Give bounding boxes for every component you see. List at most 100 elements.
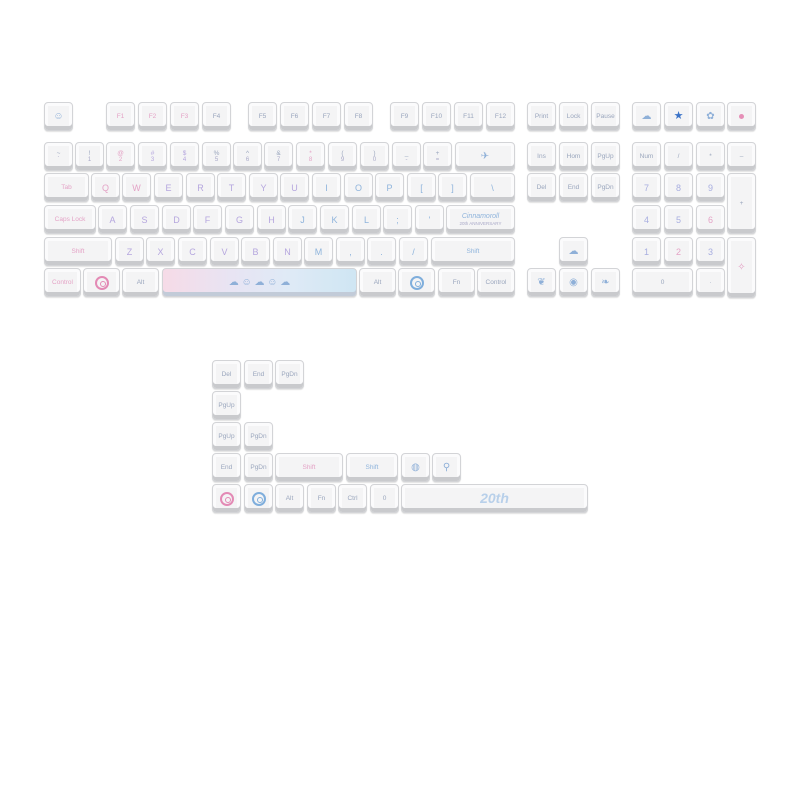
key-num-8: 8 (664, 173, 693, 202)
key-f7: F7 (312, 102, 341, 131)
key-7: & 7 (264, 142, 293, 171)
key-label: F6 (290, 113, 299, 120)
key-label: 0 (660, 279, 665, 286)
key-lcontrol: Control (44, 268, 81, 297)
key-m: M (304, 237, 333, 266)
key-label: 7 (276, 156, 281, 163)
key-0: ) 0 (360, 142, 389, 171)
key-label: F3 (180, 113, 189, 120)
key-p: P (375, 173, 404, 202)
key-y: Y (249, 173, 278, 202)
key-enter: Cinnamoroll 20th ANNIVERSARY (446, 205, 515, 234)
key-end: End (559, 173, 588, 202)
key-b: B (241, 237, 270, 266)
key-shift-label: * (309, 149, 312, 157)
key-label: 2 (118, 156, 123, 163)
airplane-icon: ✈ (480, 151, 490, 162)
extra-key-pgdn-3: PgDn (244, 453, 273, 482)
key-2: @2 (106, 142, 135, 171)
key-label: Ctrl (347, 495, 358, 502)
key-8: * 8 (296, 142, 325, 171)
key-v: V (210, 237, 239, 266)
key-num-dot: · (696, 268, 725, 297)
key-label: Control (52, 279, 73, 286)
key-comma: , (336, 237, 365, 266)
key-9: (9 (328, 142, 357, 171)
key-num-7: 7 (632, 173, 661, 202)
key-label: 6 (245, 156, 250, 163)
key-label: D (173, 214, 180, 225)
key-label: Control (485, 279, 507, 286)
key-label: 0 (382, 495, 387, 502)
key-label: Alt (285, 495, 294, 502)
key-label: I (325, 182, 328, 193)
key-lalt: Alt (122, 268, 159, 297)
character-art-icon: ☁ ☺ ☁ ☺ ☁ (228, 277, 291, 288)
key-label: U (291, 182, 298, 193)
key-rbracket: ] (438, 173, 467, 202)
key-backspace: ✈ (455, 142, 515, 171)
cloud-icon: ☁ (641, 111, 652, 122)
key-del: Del (527, 173, 556, 202)
extra-key-ctrl: Ctrl (338, 484, 367, 513)
key-label: End (220, 464, 233, 471)
key-label: Del (536, 184, 547, 191)
key-label: 1 (643, 246, 649, 257)
keycap-set: ☺ F1 F2 F3 F4 F5 F6 F7 F8 F9 F10 F11 F12… (0, 0, 800, 800)
key-q: Q (91, 173, 120, 202)
key-o: O (344, 173, 373, 202)
key-label: N (284, 246, 291, 257)
key-ins: Ins (527, 142, 556, 171)
key-label: Print (534, 113, 549, 120)
key-w: W (122, 173, 151, 202)
key-f6: F6 (280, 102, 309, 131)
key-label: ` (57, 156, 60, 163)
extra-key-alt: Alt (275, 484, 304, 513)
key-num-5: 5 (664, 205, 693, 234)
key-shift-label: ! (88, 149, 91, 157)
key-label: Shift (365, 464, 379, 471)
key-label: PgUp (218, 433, 235, 440)
key-print: Print (527, 102, 556, 131)
key-num-plus: + (727, 173, 756, 234)
key-shift-label: + (435, 149, 440, 157)
key-label: F2 (148, 113, 157, 120)
key-lock: Lock (559, 102, 588, 131)
key-label: X (157, 246, 164, 257)
key-label: Ins (537, 153, 546, 160)
key-capslock: Caps Lock (44, 205, 96, 234)
key-label: = (435, 156, 440, 163)
key-label: K (331, 214, 338, 225)
key-u: U (280, 173, 309, 202)
key-rcontrol: Control (477, 268, 515, 297)
key-label: Fn (317, 495, 326, 502)
key-r: R (186, 173, 215, 202)
key-s: S (130, 205, 159, 234)
key-rwin (398, 268, 435, 297)
key-label: R (197, 182, 204, 193)
key-label: L (363, 214, 369, 225)
extra-key-pgdn: PgDn (275, 360, 304, 389)
star-icon: ★ (673, 110, 684, 122)
key-label: [ (420, 182, 423, 193)
key-shift-label: & (276, 149, 281, 157)
key-slash: / (399, 237, 428, 266)
key-label: 5 (675, 214, 681, 225)
heart-icon (739, 114, 744, 119)
key-label: Tab (61, 184, 72, 191)
key-label: O (354, 182, 362, 193)
camera-icon: ◉ (569, 277, 578, 288)
key-label: / (677, 153, 680, 160)
key-label: Del (221, 371, 232, 378)
key-lbracket: [ (407, 173, 436, 202)
logo-label: Cinnamoroll (461, 212, 500, 220)
key-label: PgUp (597, 153, 614, 160)
wing-right-icon: ❧ (601, 277, 610, 288)
key-5: % 5 (202, 142, 231, 171)
key-f3: F3 (170, 102, 199, 131)
key-arrow-left: ❦ (527, 268, 556, 297)
key-label: Shift (71, 248, 85, 255)
key-space: ☁ ☺ ☁ ☺ ☁ (162, 268, 357, 297)
key-label: F1 (116, 113, 125, 120)
key-label: 9 (340, 156, 345, 163)
